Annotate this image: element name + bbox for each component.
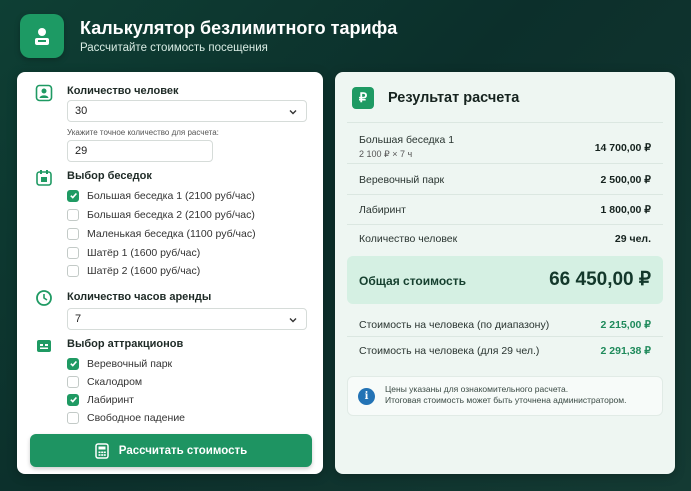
clock-icon bbox=[34, 288, 54, 308]
gazebo-option[interactable]: Большая беседка 2 (2100 руб/час) bbox=[67, 207, 255, 222]
info-line: Итоговая стоимость может быть уточнена а… bbox=[385, 395, 627, 406]
gazebo-option-label: Шатёр 2 (1600 руб/час) bbox=[87, 264, 201, 277]
info-note: i Цены указаны для ознакомительного расч… bbox=[347, 376, 663, 416]
people-exact-hint: Укажите точное количество для расчета: bbox=[67, 128, 219, 137]
gazebo-option-label: Большая беседка 1 (2100 руб/час) bbox=[87, 189, 255, 202]
attractions-label: Выбор аттракционов bbox=[67, 338, 184, 350]
calculator-form-panel: Количество человек 30 Укажите точное кол… bbox=[17, 72, 323, 474]
checkbox[interactable] bbox=[67, 264, 79, 277]
gazebo-option[interactable]: Шатёр 1 (1600 руб/час) bbox=[67, 245, 200, 260]
calculator-icon bbox=[95, 442, 109, 459]
hours-value: 7 bbox=[75, 313, 82, 325]
result-panel: ₽ Результат расчета Большая беседка 1 2 … bbox=[335, 72, 675, 474]
ruble-icon: ₽ bbox=[352, 87, 374, 109]
total-label: Общая стоимость bbox=[359, 274, 466, 288]
per-person-value: 2 291,38 ₽ bbox=[600, 345, 651, 357]
result-row-value: 14 700,00 ₽ bbox=[594, 142, 651, 154]
gazebos-label: Выбор беседок bbox=[67, 170, 152, 182]
gazebo-option[interactable]: Большая беседка 1 (2100 руб/час) bbox=[67, 188, 255, 203]
chevron-down-icon bbox=[289, 318, 297, 323]
hours-select[interactable]: 7 bbox=[67, 308, 307, 330]
gazebo-option-label: Шатёр 1 (1600 руб/час) bbox=[87, 246, 201, 259]
ticket-icon bbox=[34, 336, 54, 356]
checkbox[interactable] bbox=[67, 246, 79, 259]
gazebo-option-label: Большая беседка 2 (2100 руб/час) bbox=[87, 208, 255, 221]
result-row-value: 2 500,00 ₽ bbox=[600, 174, 651, 186]
result-row: Большая беседка 1 2 100 ₽ × 7 ч 14 700,0… bbox=[359, 134, 651, 160]
total-box: Общая стоимость 66 450,00 ₽ bbox=[347, 256, 663, 304]
page-title: Калькулятор безлимитного тарифа bbox=[80, 18, 398, 38]
attraction-option[interactable]: Скалодром bbox=[67, 374, 142, 389]
result-title: Результат расчета bbox=[388, 90, 520, 106]
attraction-option[interactable]: Свободное падение bbox=[67, 410, 185, 425]
calculator-person-icon bbox=[35, 28, 49, 45]
gazebo-option[interactable]: Маленькая беседка (1100 руб/час) bbox=[67, 226, 256, 241]
calculate-button-label: Рассчитать стоимость bbox=[118, 444, 248, 457]
result-row: Веревочный парк 2 500,00 ₽ bbox=[359, 174, 651, 186]
check-icon bbox=[69, 192, 77, 199]
divider bbox=[347, 163, 663, 164]
gazebo-option-label: Маленькая беседка (1100 руб/час) bbox=[87, 227, 256, 240]
info-line: Цены указаны для ознакомительного расчет… bbox=[385, 384, 569, 394]
checkbox-checked[interactable] bbox=[67, 189, 79, 202]
divider bbox=[347, 122, 663, 123]
people-range-value: 30 bbox=[75, 105, 88, 117]
info-text: Цены указаны для ознакомительного расчет… bbox=[385, 384, 626, 407]
total-value: 66 450,00 ₽ bbox=[549, 269, 651, 290]
attraction-option-label: Скалодром bbox=[87, 375, 143, 388]
gazebo-option[interactable]: Шатёр 2 (1600 руб/час) bbox=[67, 263, 200, 278]
checkbox-checked[interactable] bbox=[67, 393, 79, 406]
calculate-button[interactable]: Рассчитать стоимость bbox=[30, 434, 312, 467]
divider bbox=[347, 336, 663, 337]
checkbox[interactable] bbox=[67, 375, 79, 388]
per-person-value: 2 215,00 ₽ bbox=[600, 319, 651, 331]
people-exact-input[interactable]: 29 bbox=[67, 140, 213, 162]
result-row: Количество человек 29 чел. bbox=[359, 233, 651, 245]
divider bbox=[347, 224, 663, 225]
people-icon bbox=[34, 83, 54, 103]
attraction-option-label: Лабиринт bbox=[87, 393, 134, 406]
result-row-value: 29 чел. bbox=[614, 233, 651, 245]
divider bbox=[347, 194, 663, 195]
people-label: Количество человек bbox=[67, 85, 179, 97]
checkbox[interactable] bbox=[67, 227, 79, 240]
checkbox[interactable] bbox=[67, 208, 79, 221]
app-logo bbox=[20, 14, 64, 58]
result-row: Лабиринт 1 800,00 ₽ bbox=[359, 204, 651, 216]
checkbox[interactable] bbox=[67, 411, 79, 424]
hours-label: Количество часов аренды bbox=[67, 291, 212, 303]
result-row-value: 1 800,00 ₽ bbox=[600, 204, 651, 216]
check-icon bbox=[69, 396, 77, 403]
check-icon bbox=[69, 360, 77, 367]
chevron-down-icon bbox=[289, 110, 297, 115]
per-person-row: Стоимость на человека (по диапазону) 2 2… bbox=[359, 319, 651, 331]
page-subtitle: Рассчитайте стоимость посещения bbox=[80, 42, 268, 54]
attraction-option-label: Свободное падение bbox=[87, 411, 186, 424]
attraction-option[interactable]: Веревочный парк bbox=[67, 356, 172, 371]
per-person-row: Стоимость на человека (для 29 чел.) 2 29… bbox=[359, 345, 651, 357]
result-row-label: Количество человек bbox=[359, 233, 458, 245]
people-range-select[interactable]: 30 bbox=[67, 100, 307, 122]
app-header: Калькулятор безлимитного тарифа Рассчита… bbox=[20, 14, 670, 60]
attraction-option[interactable]: Лабиринт bbox=[67, 392, 134, 407]
gazebo-icon bbox=[34, 168, 54, 188]
checkbox-checked[interactable] bbox=[67, 357, 79, 370]
info-icon: i bbox=[358, 388, 375, 405]
attraction-option-label: Веревочный парк bbox=[87, 357, 173, 370]
